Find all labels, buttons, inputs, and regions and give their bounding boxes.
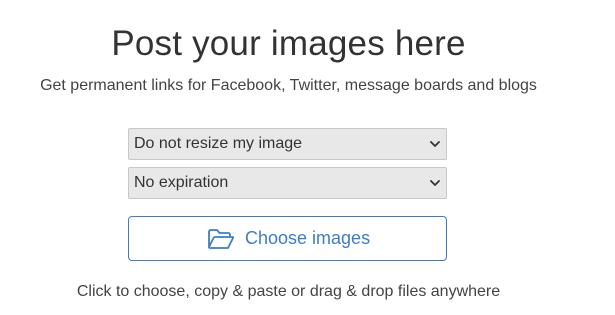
page-subtitle: Get permanent links for Facebook, Twitte… xyxy=(40,77,537,94)
choose-images-label: Choose images xyxy=(245,228,371,248)
resize-select[interactable]: Do not resize my image xyxy=(128,128,447,160)
folder-open-icon xyxy=(208,229,235,249)
resize-select-value: Do not resize my image xyxy=(134,135,303,152)
expiration-select[interactable]: No expiration xyxy=(128,167,447,199)
page-title: Post your images here xyxy=(111,24,466,63)
upload-hint: Click to choose, copy & paste or drag & … xyxy=(76,283,501,300)
expiration-select-value: No expiration xyxy=(134,174,229,191)
choose-images-button[interactable]: Choose images xyxy=(128,216,447,261)
upload-page: Post your images here Get permanent link… xyxy=(0,0,615,315)
chevron-down-icon xyxy=(430,141,440,147)
chevron-down-icon xyxy=(430,180,440,186)
